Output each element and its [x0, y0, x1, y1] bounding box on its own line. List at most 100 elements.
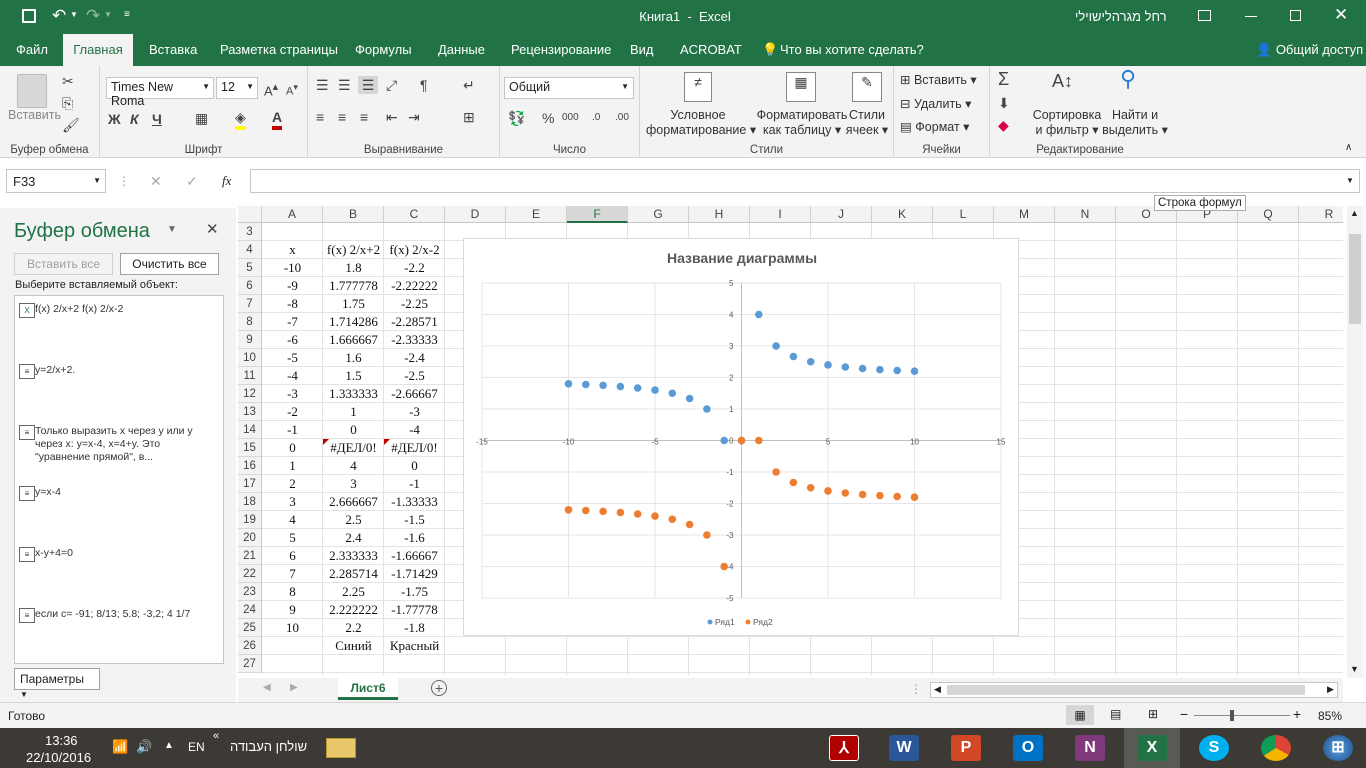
scroll-left-icon[interactable]: ◀	[934, 684, 941, 695]
cell-c22[interactable]: -1.71429	[384, 565, 445, 583]
thousands-icon[interactable]: 000	[562, 109, 579, 127]
column-header[interactable]: L	[933, 206, 994, 223]
formula-input[interactable]	[250, 169, 1360, 193]
column-header[interactable]: E	[506, 206, 567, 223]
cell-b13[interactable]: 1	[323, 403, 384, 421]
undo-icon[interactable]: ↶	[52, 6, 66, 26]
cell-b18[interactable]: 2.666667	[323, 493, 384, 511]
cell-a21[interactable]: 6	[262, 547, 323, 565]
row-header[interactable]: 5	[238, 259, 262, 277]
cell-a26[interactable]	[262, 637, 323, 655]
wrap-text-icon[interactable]: ↵	[463, 76, 475, 94]
clear-all-button[interactable]: Очистить все	[120, 253, 219, 275]
cell-c25[interactable]: -1.8	[384, 619, 445, 637]
row-header[interactable]: 12	[238, 385, 262, 403]
ribbon-display-icon[interactable]	[1198, 10, 1211, 21]
outlook-app[interactable]: O	[1000, 728, 1056, 768]
percent-icon[interactable]: %	[542, 109, 554, 127]
tab-file[interactable]: Файл	[12, 34, 52, 66]
row-header[interactable]: 26	[238, 637, 262, 655]
desktop-toolbar-label[interactable]: שולחן העבודה	[230, 739, 307, 754]
row-header[interactable]: 15	[238, 439, 262, 457]
desktop-toolbar-chevron[interactable]: «	[213, 730, 219, 742]
cell-a9[interactable]: -6	[262, 331, 323, 349]
align-right-icon[interactable]: ≡	[360, 108, 368, 126]
borders-icon[interactable]: ▦	[195, 109, 208, 127]
zoom-out-icon[interactable]: −	[1180, 706, 1188, 722]
cell-b22[interactable]: 2.285714	[323, 565, 384, 583]
cell-a25[interactable]: 10	[262, 619, 323, 637]
enter-icon[interactable]: ✓	[186, 173, 198, 190]
column-header[interactable]: B	[323, 206, 384, 223]
row-header[interactable]: 27	[238, 655, 262, 673]
cell-c10[interactable]: -2.4	[384, 349, 445, 367]
scroll-thumb[interactable]	[947, 685, 1305, 695]
cell-b15[interactable]: #ДЕЛ/0!	[323, 439, 384, 457]
redo-icon[interactable]: ↷	[86, 6, 100, 26]
row-header[interactable]: 20	[238, 529, 262, 547]
excel-app[interactable]: X	[1124, 728, 1180, 768]
pane-options-icon[interactable]: ▼	[167, 224, 177, 235]
cell-b16[interactable]: 4	[323, 457, 384, 475]
cell-a19[interactable]: 4	[262, 511, 323, 529]
column-header[interactable]: J	[811, 206, 872, 223]
cell-c3[interactable]	[384, 223, 445, 241]
format-cells-button[interactable]: ▤ Формат ▾	[900, 119, 969, 134]
column-header[interactable]: A	[262, 206, 323, 223]
cell-b24[interactable]: 2.222222	[323, 601, 384, 619]
cell-a16[interactable]: 1	[262, 457, 323, 475]
tab-home[interactable]: Главная	[63, 34, 133, 66]
clipboard-item[interactable]: ≡ x-y+4=0	[19, 547, 235, 562]
cell-c24[interactable]: -1.77778	[384, 601, 445, 619]
cell-c18[interactable]: -1.33333	[384, 493, 445, 511]
onenote-app[interactable]: N	[1062, 728, 1118, 768]
row-header[interactable]: 9	[238, 331, 262, 349]
cell-b9[interactable]: 1.666667	[323, 331, 384, 349]
cell-styles-button[interactable]: Стили ячеек ▾	[842, 108, 892, 138]
cell-c21[interactable]: -1.66667	[384, 547, 445, 565]
cell-c6[interactable]: -2.22222	[384, 277, 445, 295]
cell-c14[interactable]: -4	[384, 421, 445, 439]
cell-b5[interactable]: 1.8	[323, 259, 384, 277]
cell-b3[interactable]	[323, 223, 384, 241]
align-bottom-icon[interactable]: ☰	[358, 76, 378, 94]
scatter-chart[interactable]: Название диаграммы-15-10-5051015-5-4-3-2…	[463, 238, 1019, 636]
insert-cells-button[interactable]: ⊞ Вставить ▾	[900, 72, 977, 87]
expand-formula-bar-icon[interactable]: ▼	[1346, 176, 1354, 185]
increase-decimal-icon[interactable]: .0	[592, 109, 600, 127]
cell-b26[interactable]: Синий	[323, 637, 384, 655]
tab-review[interactable]: Рецензирование	[507, 34, 615, 66]
fill-color-icon[interactable]: ◈	[235, 108, 246, 130]
font-name-select[interactable]: Times New Roma ▼	[106, 77, 214, 108]
increase-indent-icon[interactable]: ⇥	[408, 108, 420, 126]
row-header[interactable]: 25	[238, 619, 262, 637]
language-indicator[interactable]: EN	[188, 740, 205, 754]
row-header[interactable]: 21	[238, 547, 262, 565]
scroll-down-icon[interactable]: ▼	[1350, 664, 1359, 674]
name-box[interactable]: F33 ▼	[6, 169, 106, 193]
decrease-decimal-icon[interactable]: .00	[615, 109, 629, 127]
share-button[interactable]: 👤 Общий доступ	[1252, 34, 1366, 66]
row-header[interactable]: 16	[238, 457, 262, 475]
scroll-right-icon[interactable]: ▶	[1327, 684, 1334, 695]
cell-b14[interactable]: 0	[323, 421, 384, 439]
volume-icon[interactable]: 🔊	[136, 739, 152, 755]
cell-c4[interactable]: f(x) 2/x-2	[384, 241, 445, 259]
format-as-table-icon[interactable]: ▦	[786, 72, 816, 102]
insert-function-button[interactable]: fx	[222, 173, 231, 189]
row-header[interactable]: 4	[238, 241, 262, 259]
row-header[interactable]: 19	[238, 511, 262, 529]
sort-filter-icon[interactable]: A↕	[1052, 72, 1073, 90]
font-color-icon[interactable]: A	[272, 108, 283, 130]
cell-a10[interactable]: -5	[262, 349, 323, 367]
cell-b23[interactable]: 2.25	[323, 583, 384, 601]
cell-b8[interactable]: 1.714286	[323, 313, 384, 331]
cell-a20[interactable]: 5	[262, 529, 323, 547]
cell-b6[interactable]: 1.777778	[323, 277, 384, 295]
undo-dropdown-icon[interactable]: ▼	[70, 10, 78, 19]
align-top-icon[interactable]: ☰	[316, 76, 329, 94]
acrobat-app[interactable]: ⅄	[815, 728, 871, 768]
show-hidden-icons[interactable]: ▲	[164, 740, 174, 751]
cell-a11[interactable]: -4	[262, 367, 323, 385]
row-header[interactable]: 6	[238, 277, 262, 295]
